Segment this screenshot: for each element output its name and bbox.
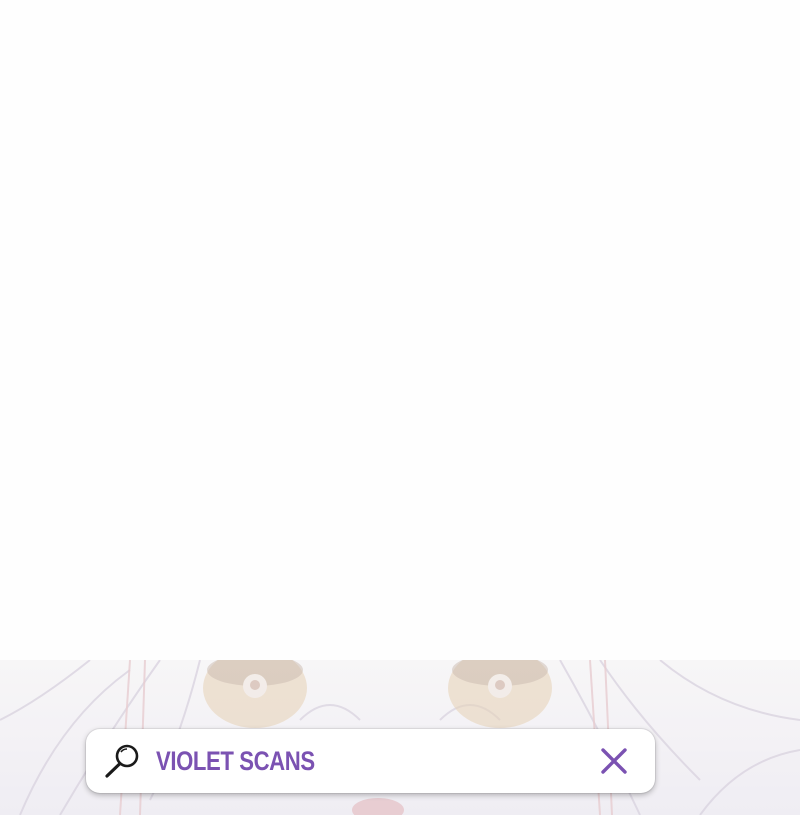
- close-icon[interactable]: [598, 745, 630, 777]
- search-query[interactable]: VIOLET SCANS: [156, 743, 315, 779]
- blank-panel: [0, 0, 800, 660]
- search-icon[interactable]: [104, 742, 142, 780]
- search-bar[interactable]: VIOLET SCANS: [86, 729, 655, 793]
- page: VIOLET SCANS: [0, 0, 800, 815]
